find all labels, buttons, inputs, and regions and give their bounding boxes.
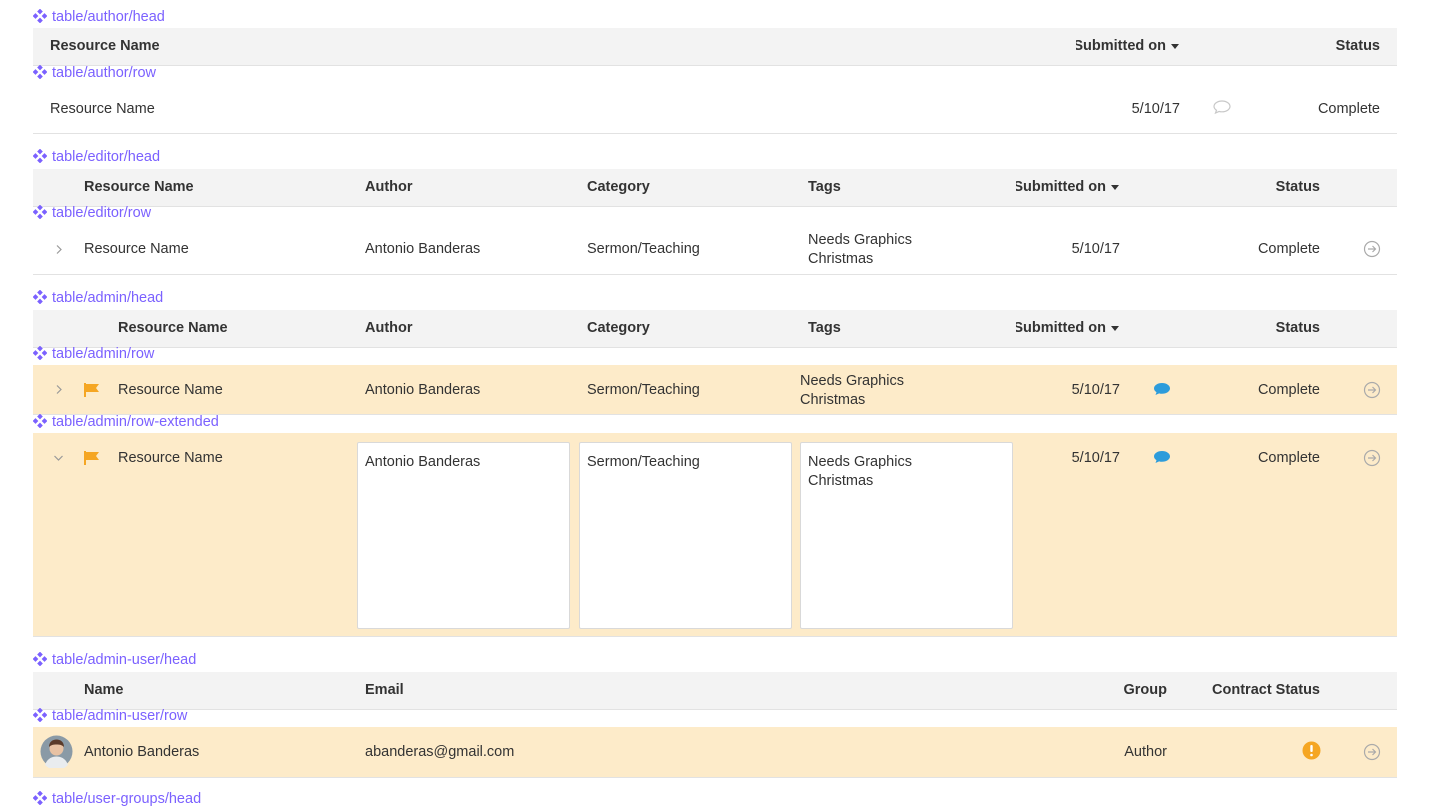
submitted-date: 5/10/17 (1071, 382, 1120, 398)
component-icon (33, 346, 47, 360)
component-label-author-row: table/author/row (33, 64, 156, 82)
resource-name[interactable]: Resource Name (118, 382, 223, 398)
component-icon (33, 652, 47, 666)
component-icon (33, 414, 47, 428)
component-label-admin-row-extended: table/admin/row-extended (33, 413, 219, 431)
arrow-circle-right-icon[interactable] (1363, 743, 1381, 761)
author-field[interactable]: Antonio Banderas (357, 442, 570, 629)
col-submitted-on[interactable]: Submitted on (1013, 320, 1119, 336)
admin-table-head: Resource Name Author Category Tags Submi… (33, 310, 1397, 348)
author-name: Antonio Banderas (365, 382, 481, 398)
tag: Christmas (800, 392, 866, 408)
component-label-author-head: table/author/head (33, 8, 165, 26)
author-table-row[interactable]: Resource Name 5/10/17 Complete (33, 84, 1397, 134)
status-text: Complete (1317, 101, 1380, 117)
component-icon (33, 65, 47, 79)
chevron-right-icon[interactable] (55, 244, 63, 255)
col-resource-name[interactable]: Resource Name (118, 320, 228, 336)
col-submitted-on[interactable]: Submitted on (1073, 38, 1179, 54)
col-contract-status[interactable]: Contract Status (1212, 682, 1320, 698)
col-status[interactable]: Status (1336, 38, 1380, 54)
category: Sermon/Teaching (587, 241, 700, 257)
tags-list: Needs Graphics Christmas (808, 231, 912, 269)
col-author[interactable]: Author (365, 320, 413, 336)
component-label-user-groups-head: table/user-groups/head (33, 790, 201, 808)
component-icon (33, 9, 47, 23)
submitted-date: 5/10/17 (1071, 450, 1120, 466)
submitted-date: 5/10/17 (1131, 101, 1180, 117)
col-resource-name[interactable]: Resource Name (50, 38, 160, 54)
arrow-circle-right-icon[interactable] (1363, 449, 1381, 467)
tag: Christmas (808, 251, 874, 267)
component-label-admin-user-row: table/admin-user/row (33, 707, 187, 725)
editor-table-head: Resource Name Author Category Tags Submi… (33, 169, 1397, 207)
component-icon (33, 791, 47, 805)
arrow-circle-right-icon[interactable] (1363, 240, 1381, 258)
resource-name[interactable]: Resource Name (118, 450, 223, 466)
admin-user-table-row[interactable]: Antonio Banderas abanderas@gmail.com Aut… (33, 727, 1397, 778)
comment-icon[interactable] (1152, 449, 1172, 466)
tags-field[interactable]: Needs Graphics Christmas (800, 442, 1013, 629)
component-icon (33, 290, 47, 304)
status-text: Complete (1257, 450, 1320, 466)
arrow-circle-right-icon[interactable] (1363, 381, 1381, 399)
tag: Christmas (808, 473, 874, 489)
tag: Needs Graphics (808, 232, 912, 248)
user-email: abanderas@gmail.com (365, 744, 515, 760)
component-label-editor-row: table/editor/row (33, 204, 151, 222)
submitted-date: 5/10/17 (1071, 241, 1120, 257)
component-label-admin-head: table/admin/head (33, 289, 163, 307)
col-email[interactable]: Email (365, 682, 404, 698)
admin-user-table-head: Name Email Group Contract Status (33, 672, 1397, 710)
col-tags[interactable]: Tags (808, 179, 841, 195)
component-icon (33, 149, 47, 163)
chevron-right-icon[interactable] (55, 384, 63, 395)
component-label-admin-row: table/admin/row (33, 345, 154, 363)
author-name: Antonio Banderas (365, 241, 481, 257)
sort-caret-icon (1111, 184, 1119, 190)
col-name[interactable]: Name (84, 682, 124, 698)
col-group[interactable]: Group (1124, 682, 1168, 698)
col-category[interactable]: Category (587, 320, 650, 336)
admin-table-row[interactable]: Resource Name Antonio Banderas Sermon/Te… (33, 365, 1397, 415)
component-icon (33, 708, 47, 722)
component-label-admin-user-head: table/admin-user/head (33, 651, 196, 669)
col-category[interactable]: Category (587, 179, 650, 195)
sort-caret-icon (1111, 325, 1119, 331)
col-author[interactable]: Author (365, 179, 413, 195)
col-status[interactable]: Status (1276, 179, 1320, 195)
tag: Needs Graphics (800, 373, 904, 389)
admin-table-row-extended[interactable]: Resource Name Antonio Banderas Sermon/Te… (33, 433, 1397, 637)
author-table-head: Resource Name Submitted on Status (33, 28, 1397, 66)
comment-outline-icon[interactable] (1212, 99, 1232, 116)
col-submitted-on[interactable]: Submitted on (1013, 179, 1119, 195)
tags-list: Needs Graphics Christmas (800, 372, 904, 410)
category-field[interactable]: Sermon/Teaching (579, 442, 792, 629)
sort-caret-icon (1171, 43, 1179, 49)
resource-name[interactable]: Resource Name (84, 241, 189, 257)
avatar[interactable] (40, 735, 73, 768)
status-text: Complete (1257, 382, 1320, 398)
component-label-editor-head: table/editor/head (33, 148, 160, 166)
chevron-down-icon[interactable] (53, 454, 64, 462)
comment-icon[interactable] (1152, 381, 1172, 398)
category-value: Sermon/Teaching (587, 454, 700, 470)
status-text: Complete (1257, 241, 1320, 257)
user-name[interactable]: Antonio Banderas (84, 744, 199, 760)
category: Sermon/Teaching (587, 382, 700, 398)
user-group: Author (1124, 744, 1167, 760)
tag: Needs Graphics (808, 454, 912, 470)
col-status[interactable]: Status (1276, 320, 1320, 336)
resource-name[interactable]: Resource Name (50, 101, 155, 117)
flag-icon[interactable] (83, 382, 101, 398)
warning-icon (1302, 741, 1321, 760)
author-value: Antonio Banderas (365, 454, 481, 470)
component-icon (33, 205, 47, 219)
col-tags[interactable]: Tags (808, 320, 841, 336)
editor-table-row[interactable]: Resource Name Antonio Banderas Sermon/Te… (33, 224, 1397, 275)
col-resource-name[interactable]: Resource Name (84, 179, 194, 195)
flag-icon[interactable] (83, 450, 101, 466)
